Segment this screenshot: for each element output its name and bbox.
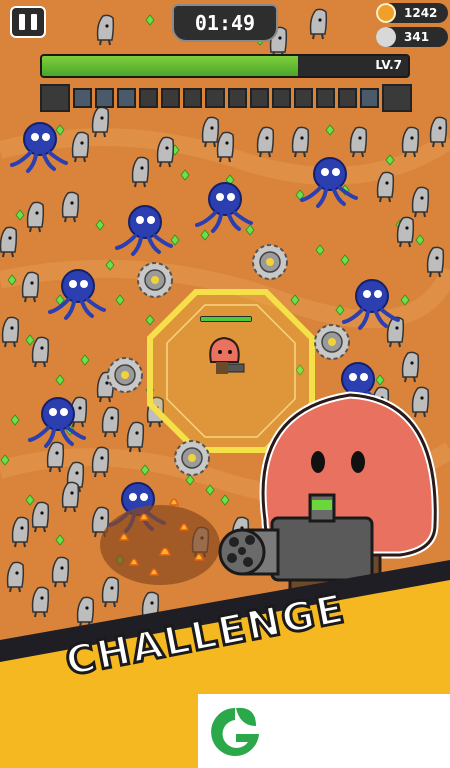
weapon-slots <box>40 84 413 112</box>
pause-icon <box>19 14 25 30</box>
coin-icon <box>376 3 396 23</box>
weapon-slot <box>73 88 93 108</box>
weapon-slot-left <box>40 84 71 112</box>
xp-bar: LV.7 <box>40 54 410 78</box>
weapon-slot <box>205 88 225 108</box>
weapon-slot <box>161 88 181 108</box>
weapon-slot <box>315 88 335 108</box>
weapon-slot <box>337 88 357 108</box>
weapon-slot <box>183 88 203 108</box>
weapon-slot <box>293 88 313 108</box>
coin-count: 1242 <box>404 6 438 20</box>
weapon-slot <box>249 88 269 108</box>
weapon-slot <box>139 88 159 108</box>
weapon-slot <box>359 88 379 108</box>
weapon-slot <box>95 88 115 108</box>
kill-count: 341 <box>404 30 430 44</box>
round-timer: 01:49 <box>172 4 278 42</box>
coin-counter: 1242 <box>376 3 448 23</box>
weapon-slot-right <box>381 84 413 112</box>
kill-counter: 341 <box>376 27 448 47</box>
xp-bar-fill <box>42 56 299 76</box>
level-label: LV.7 <box>375 58 402 72</box>
skull-icon <box>376 27 396 47</box>
leaf-logo-icon <box>211 707 259 756</box>
weapon-slot <box>227 88 247 108</box>
weapon-slot <box>271 88 291 108</box>
weapon-slot <box>117 88 137 108</box>
pause-button[interactable] <box>10 6 46 38</box>
